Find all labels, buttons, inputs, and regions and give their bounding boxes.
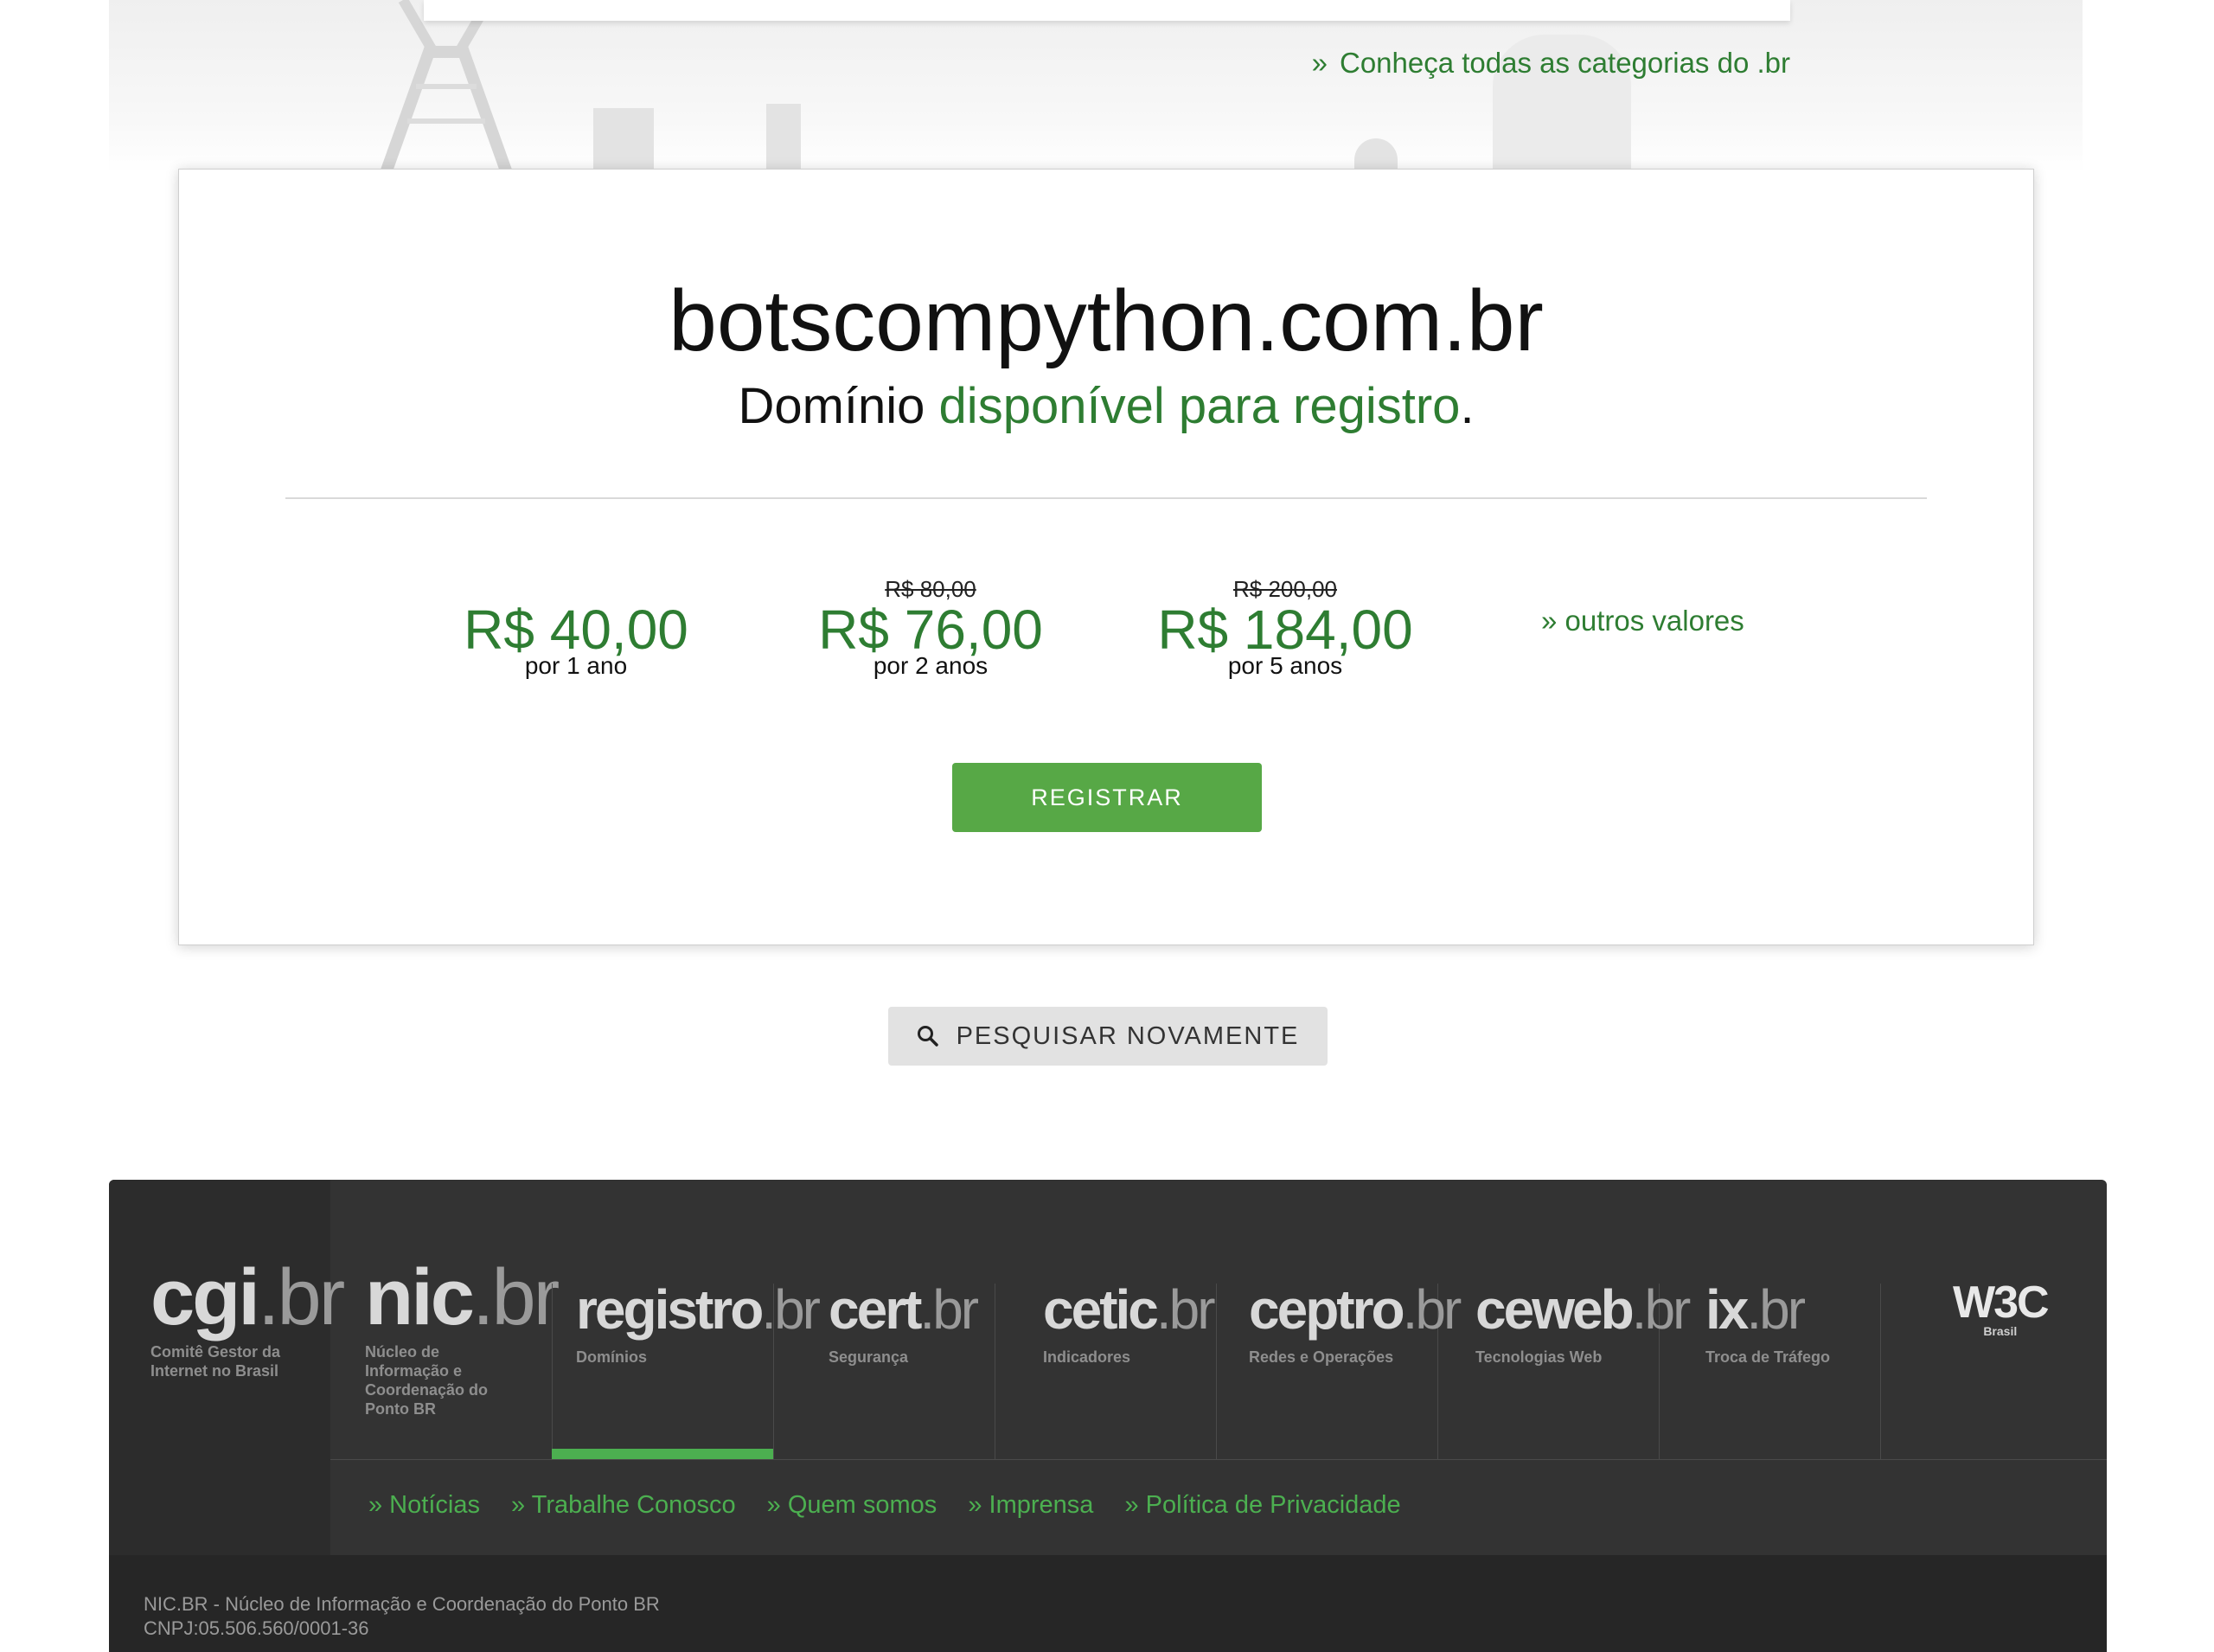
footer-link-privacidade[interactable]: » Política de Privacidade <box>1124 1491 1400 1519</box>
cetic-logo[interactable]: cetic.br Indicadores <box>1043 1282 1216 1367</box>
price-period: por 2 anos <box>873 652 989 679</box>
domain-name: botscompython.com.br <box>669 272 1544 369</box>
footer-link-trabalhe-conosco[interactable]: » Trabalhe Conosco <box>511 1491 736 1519</box>
status-suffix: . <box>1460 378 1475 434</box>
ceptro-subtitle: Redes e Operações <box>1249 1348 1394 1366</box>
ceptro-logo[interactable]: ceptro.br Redes e Operações <box>1249 1282 1462 1367</box>
search-again-button[interactable]: PESQUISAR NOVAMENTE <box>888 1007 1328 1066</box>
ceweb-subtitle: Tecnologias Web <box>1475 1348 1603 1366</box>
footer-bottom-bar: NIC.BR - Núcleo de Informação e Coordena… <box>109 1555 2107 1652</box>
registro-subtitle: Domínios <box>576 1348 648 1366</box>
price-value: R$ 40,00 <box>464 599 688 661</box>
building-illustration <box>593 108 654 173</box>
domain-result-card: botscompython.com.br Domínio disponível … <box>178 169 2034 945</box>
price-period: por 1 ano <box>524 652 628 679</box>
search-icon <box>917 1026 938 1047</box>
categories-link[interactable]: » Conheça todas as categorias do .br <box>1312 47 1790 80</box>
building-illustration <box>1354 138 1398 173</box>
divider <box>285 497 1927 499</box>
ceweb-logo[interactable]: ceweb.br Tecnologias Web <box>1475 1282 1691 1367</box>
org-name: NIC.BR - Núcleo de Informação e Coordena… <box>144 1593 660 1615</box>
cert-subtitle: Segurança <box>829 1348 909 1366</box>
footer-links: » Notícias » Trabalhe Conosco » Quem som… <box>368 1491 1425 1520</box>
ix-logo[interactable]: ix.br Troca de Tráfego <box>1705 1282 1830 1367</box>
categories-link-label: Conheça todas as categorias do .br <box>1340 47 1790 79</box>
tower-illustration <box>380 0 513 173</box>
footer-link-noticias[interactable]: » Notícias <box>368 1491 480 1519</box>
domain-status: Domínio disponível para registro. <box>179 377 2033 435</box>
status-available: disponível para registro <box>938 378 1461 434</box>
registro-logo[interactable]: registro.br Domínios <box>576 1282 821 1367</box>
active-tab-indicator <box>552 1449 773 1459</box>
site-footer: cgi.br Comitê Gestor da Internet no Bras… <box>109 1180 2107 1652</box>
price-option-1-year[interactable]: R$ 40,00 por 1 ano <box>403 576 749 678</box>
w3c-logo[interactable]: W3C Brasil <box>1953 1280 2050 1337</box>
price-value: R$ 184,00 <box>1157 599 1413 661</box>
price-option-2-years[interactable]: R$ 80,00 R$ 76,00 por 2 anos <box>758 576 1104 678</box>
register-button[interactable]: REGISTRAR <box>952 763 1262 832</box>
cgi-block: cgi.br Comitê Gestor da Internet no Bras… <box>109 1180 345 1555</box>
ix-subtitle: Troca de Tráfego <box>1705 1348 1831 1366</box>
cert-logo[interactable]: cert.br Segurança <box>829 1282 979 1367</box>
skyline-background <box>109 0 2083 173</box>
status-prefix: Domínio <box>738 378 925 434</box>
col-separator <box>1880 1284 1881 1459</box>
footer-link-quem-somos[interactable]: » Quem somos <box>767 1491 937 1519</box>
cnpj: CNPJ:05.506.560/0001-36 <box>144 1617 369 1639</box>
search-card-bottom <box>424 0 1790 21</box>
search-again-label: PESQUISAR NOVAMENTE <box>956 1021 1300 1050</box>
price-option-5-years[interactable]: R$ 200,00 R$ 184,00 por 5 anos <box>1112 576 1458 678</box>
cetic-subtitle: Indicadores <box>1043 1348 1131 1366</box>
cgi-subtitle: Comitê Gestor da Internet no Brasil <box>150 1343 281 1380</box>
link-arrow: » <box>1311 47 1328 79</box>
cgi-logo[interactable]: cgi.br Comitê Gestor da Internet no Bras… <box>150 1258 345 1380</box>
footer-link-imprensa[interactable]: » Imprensa <box>968 1491 1093 1519</box>
building-illustration <box>766 104 801 173</box>
other-values-link[interactable]: » outros valores <box>1541 605 1744 637</box>
price-value: R$ 76,00 <box>818 599 1043 661</box>
